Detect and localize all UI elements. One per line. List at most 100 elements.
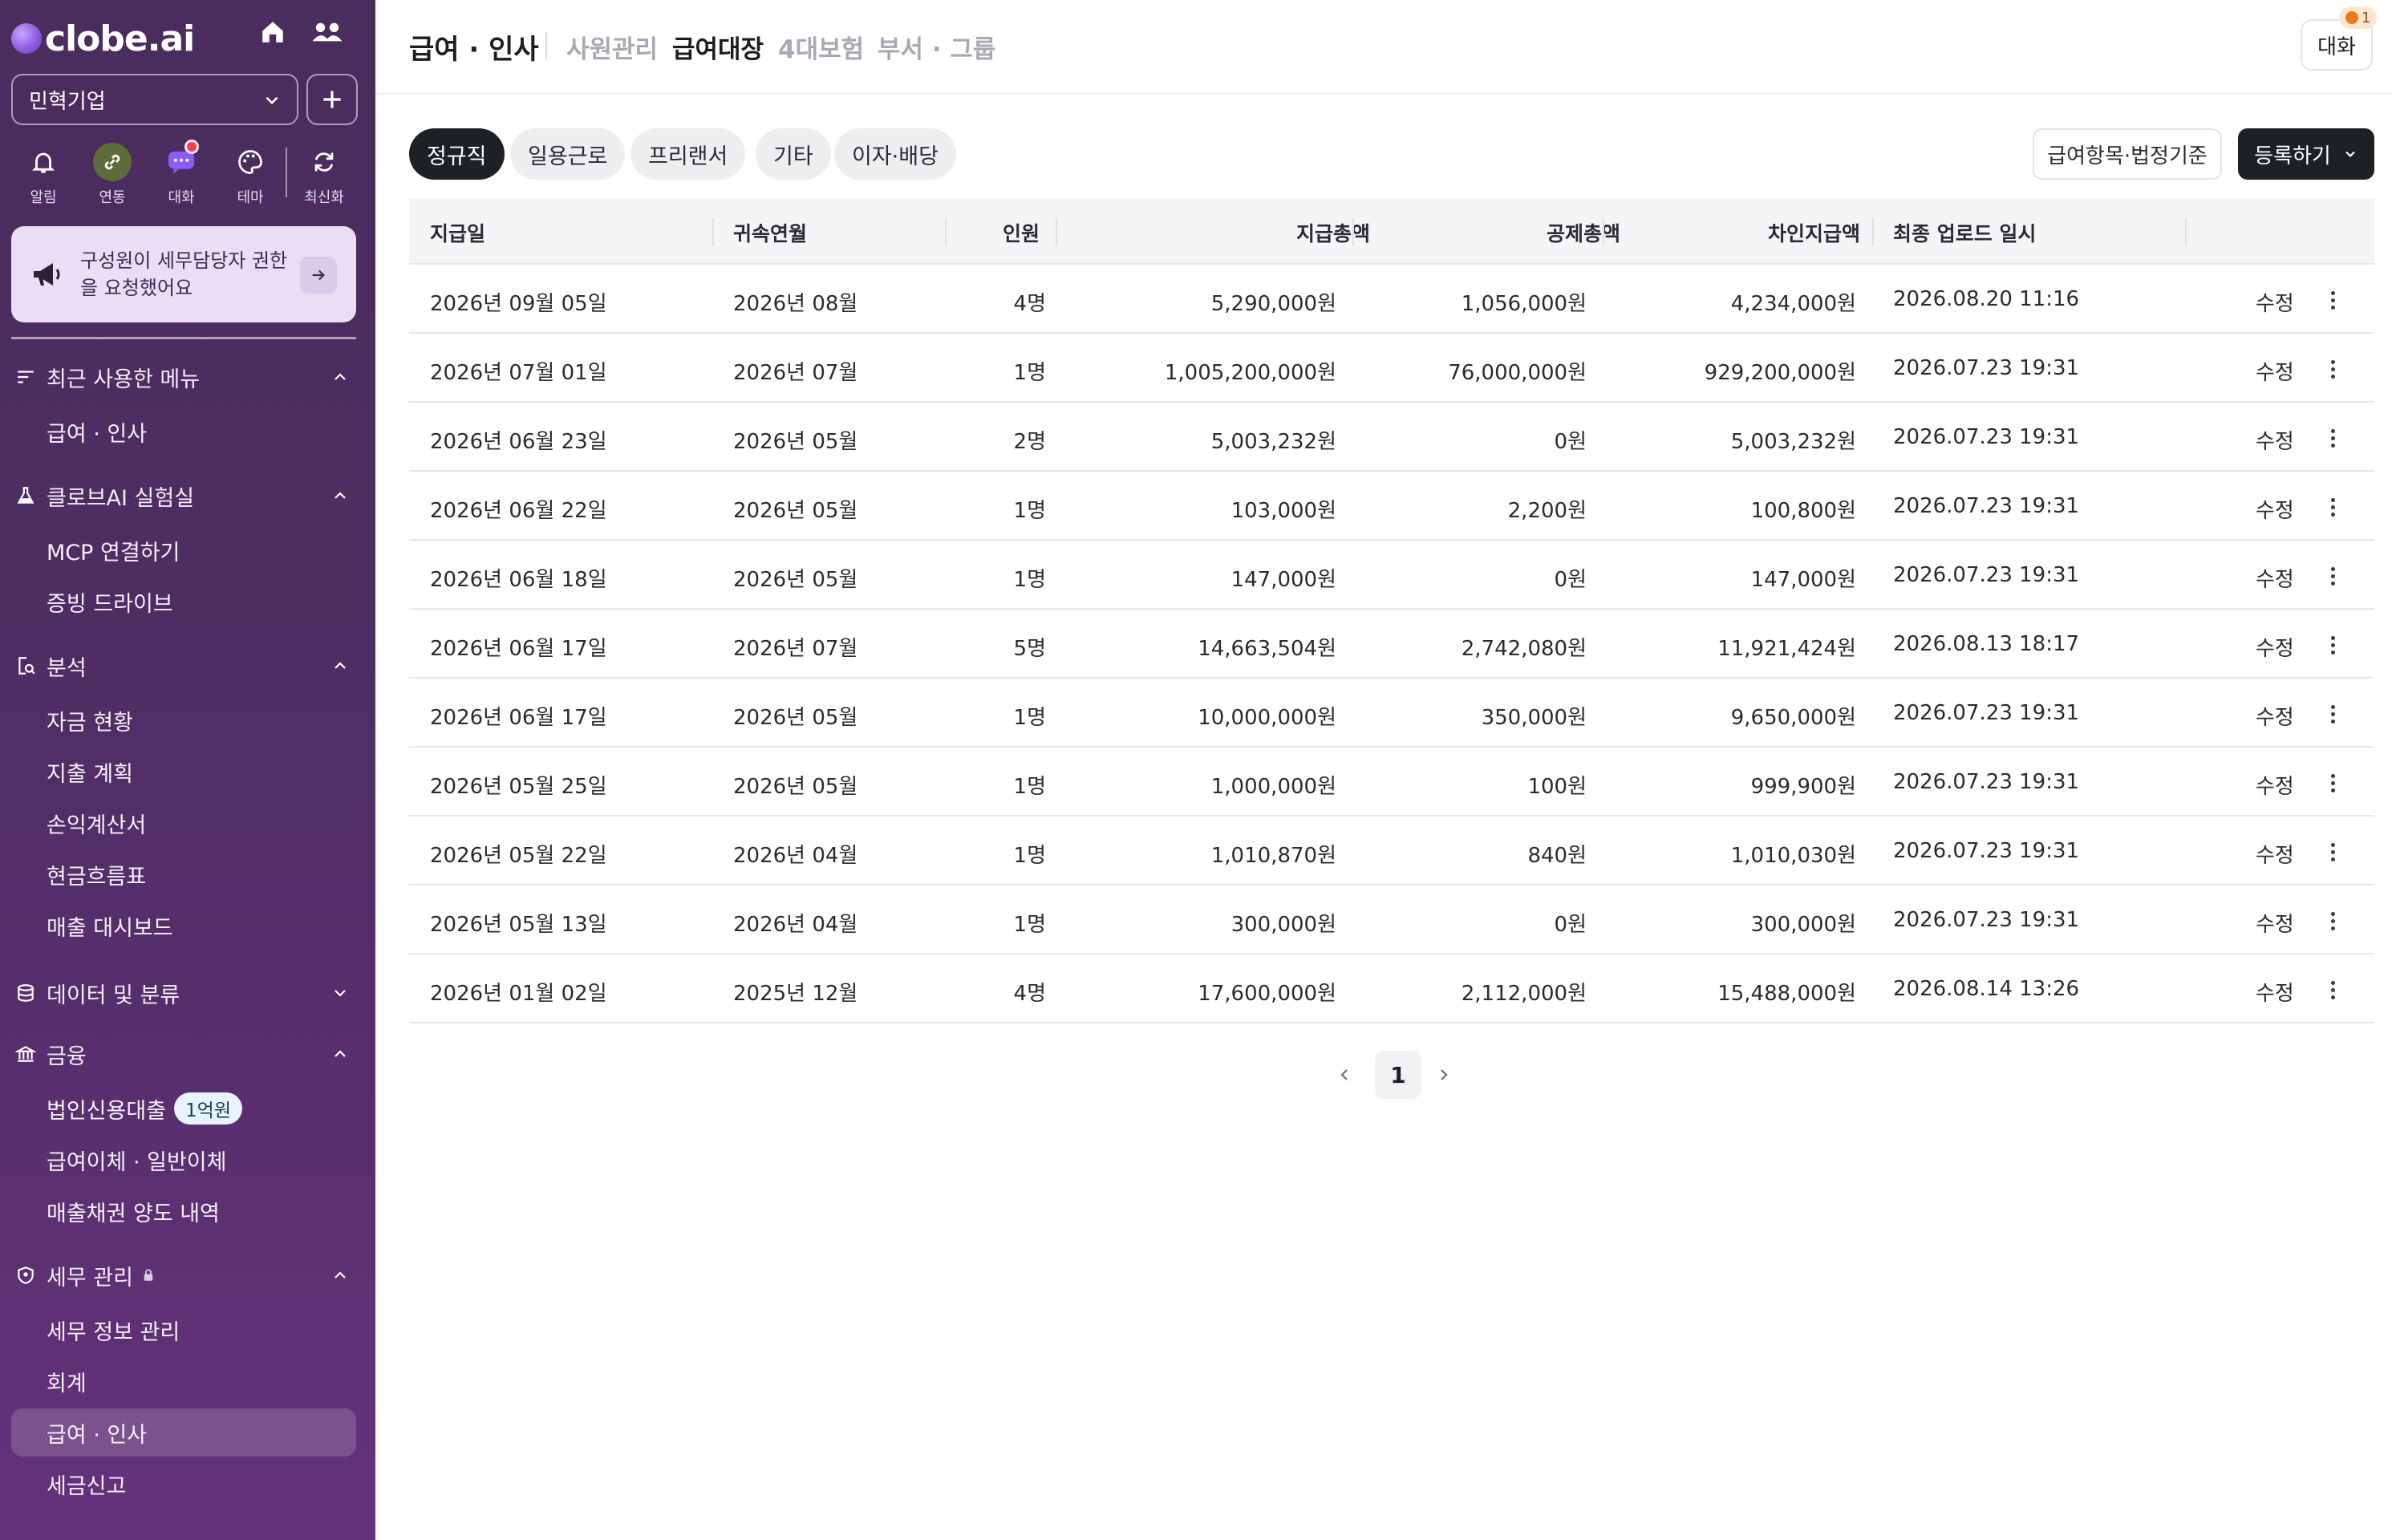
quick-integrations[interactable]: 연동 — [80, 143, 144, 207]
total-deduction: 2,742,080원 — [1461, 637, 1587, 661]
col-headcount[interactable]: 인원 — [1003, 218, 1040, 247]
sidebar-item-tax-info[interactable]: 세무 정보 관리 — [11, 1306, 356, 1354]
section-tax[interactable]: 세무 관리 — [14, 1256, 359, 1295]
page-number-current[interactable]: 1 — [1375, 1051, 1421, 1099]
sidebar-item-accounting[interactable]: 회계 — [11, 1357, 356, 1405]
table-row[interactable]: 2026년 01월 02일 2025년 12월 4명 17,600,000원 2… — [409, 954, 2374, 1023]
section-data[interactable]: 데이터 및 분류 — [14, 974, 359, 1012]
col-period[interactable]: 귀속연월 — [733, 218, 807, 247]
table-row[interactable]: 2026년 06월 17일 2026년 07월 5명 14,663,504원 2… — [409, 610, 2374, 679]
chevron-left-icon[interactable] — [1330, 1060, 1359, 1089]
table-row[interactable]: 2026년 05월 25일 2026년 05월 1명 1,000,000원 10… — [409, 748, 2374, 817]
chip-daily[interactable]: 일용근로 — [510, 128, 626, 180]
tab-departments[interactable]: 부서 · 그룹 — [878, 29, 995, 65]
col-net-pay[interactable]: 차인지급액 — [1768, 218, 1860, 247]
net-pay: 15,488,000원 — [1717, 982, 1856, 1006]
edit-link[interactable]: 수정 — [2256, 632, 2294, 662]
sidebar-item-transfers[interactable]: 급여이체 · 일반이체 — [11, 1136, 356, 1184]
add-company-button[interactable] — [306, 74, 358, 125]
quick-alerts[interactable]: 알림 — [11, 143, 75, 207]
sidebar-item-receivables[interactable]: 매출채권 양도 내역 — [11, 1187, 356, 1235]
edit-link[interactable]: 수정 — [2256, 494, 2294, 524]
sidebar-item-evidence-drive[interactable]: 증빙 드라이브 — [11, 578, 356, 626]
pay-date: 2026년 09월 05일 — [430, 292, 607, 316]
more-icon[interactable] — [2323, 767, 2342, 799]
quick-refresh[interactable]: 최신화 — [292, 143, 356, 207]
tab-payroll-ledger[interactable]: 급여대장 — [672, 29, 764, 65]
sidebar-item-cashflow[interactable]: 현금흐름표 — [11, 850, 356, 898]
chip-other[interactable]: 기타 — [756, 128, 831, 180]
table-row[interactable]: 2026년 06월 18일 2026년 05월 1명 147,000원 0원 1… — [409, 541, 2374, 610]
section-lab[interactable]: 클로브AI 실험실 — [14, 476, 359, 515]
nav-label: 지출 계획 — [47, 761, 133, 787]
col-pay-date[interactable]: 지급일 — [430, 218, 485, 247]
payroll-settings-button[interactable]: 급여항목·법정기준 — [2033, 128, 2222, 180]
chevron-down-icon — [334, 990, 346, 997]
quick-chat[interactable]: 대화 — [149, 140, 213, 207]
logo-mark-icon — [11, 23, 42, 54]
more-icon[interactable] — [2323, 629, 2342, 661]
more-icon[interactable] — [2323, 905, 2342, 937]
table-row[interactable]: 2026년 06월 22일 2026년 05월 1명 103,000원 2,20… — [409, 472, 2374, 541]
arrow-right-icon[interactable] — [300, 257, 337, 294]
flask-icon — [14, 484, 37, 507]
more-icon[interactable] — [2323, 698, 2342, 730]
col-total-pay[interactable]: 지급총액 — [1296, 218, 1370, 247]
table-row[interactable]: 2026년 05월 13일 2026년 04월 1명 300,000원 0원 3… — [409, 886, 2374, 954]
register-button[interactable]: 등록하기 — [2238, 128, 2374, 180]
more-icon[interactable] — [2323, 560, 2342, 592]
last-upload: 2026.07.23 19:31 — [1893, 839, 2080, 863]
headcount: 1명 — [1013, 499, 1046, 523]
company-select[interactable]: 민혁기업 — [11, 74, 298, 125]
col-divider — [1603, 218, 1604, 245]
edit-link[interactable]: 수정 — [2256, 977, 2294, 1007]
table-row[interactable]: 2026년 06월 17일 2026년 05월 1명 10,000,000원 3… — [409, 679, 2374, 748]
chip-freelancer[interactable]: 프리랜서 — [630, 128, 746, 180]
edit-link[interactable]: 수정 — [2256, 425, 2294, 455]
edit-link[interactable]: 수정 — [2256, 770, 2294, 800]
chevron-right-icon[interactable] — [1429, 1060, 1458, 1089]
top-bar: 급여 · 인사 사원관리 급여대장 4대보험 부서 · 그룹 대화 1 — [375, 0, 2392, 95]
chip-interest-dividend[interactable]: 이자·배당 — [834, 128, 956, 180]
pay-date: 2026년 01월 02일 — [430, 982, 607, 1006]
table-row[interactable]: 2026년 05월 22일 2026년 04월 1명 1,010,870원 84… — [409, 817, 2374, 886]
col-last-upload[interactable]: 최종 업로드 일시 — [1893, 218, 2036, 247]
sidebar-item-corporate-loan[interactable]: 법인신용대출 1억원 — [11, 1084, 356, 1133]
team-icon[interactable] — [310, 14, 345, 50]
sidebar-item-sales-dashboard[interactable]: 매출 대시보드 — [11, 902, 356, 950]
tab-employees[interactable]: 사원관리 — [566, 29, 658, 65]
edit-link[interactable]: 수정 — [2256, 356, 2294, 386]
edit-link[interactable]: 수정 — [2256, 839, 2294, 869]
table-row[interactable]: 2026년 07월 01일 2026년 07월 1명 1,005,200,000… — [409, 334, 2374, 403]
more-icon[interactable] — [2323, 836, 2342, 868]
edit-link[interactable]: 수정 — [2256, 287, 2294, 317]
table-row[interactable]: 2026년 06월 23일 2026년 05월 2명 5,003,232원 0원… — [409, 403, 2374, 472]
sidebar-item-cash-status[interactable]: 자금 현황 — [11, 696, 356, 744]
section-analysis[interactable]: 분석 — [14, 646, 359, 685]
sidebar-item-payroll[interactable]: 급여 · 인사 — [11, 1408, 356, 1457]
edit-link[interactable]: 수정 — [2256, 701, 2294, 731]
col-total-deduction[interactable]: 공제총액 — [1547, 218, 1620, 247]
section-recent[interactable]: 최근 사용한 메뉴 — [14, 358, 359, 396]
chip-regular[interactable]: 정규직 — [409, 128, 505, 180]
sidebar-item-income-statement[interactable]: 손익계산서 — [11, 799, 356, 847]
home-icon[interactable] — [255, 14, 290, 50]
more-icon[interactable] — [2323, 422, 2342, 454]
more-icon[interactable] — [2323, 284, 2342, 316]
sidebar-item-tax-filing[interactable]: 세금신고 — [11, 1460, 356, 1508]
sidebar-item-mcp[interactable]: MCP 연결하기 — [11, 526, 356, 574]
quick-theme[interactable]: 테마 — [218, 143, 282, 207]
edit-link[interactable]: 수정 — [2256, 908, 2294, 938]
edit-link[interactable]: 수정 — [2256, 563, 2294, 593]
section-finance[interactable]: 금융 — [14, 1035, 359, 1073]
sidebar-item-recent-payroll[interactable]: 급여 · 인사 — [11, 407, 356, 456]
more-icon[interactable] — [2323, 353, 2342, 385]
sidebar-item-spending-plan[interactable]: 지출 계획 — [11, 748, 356, 796]
tab-insurance[interactable]: 4대보험 — [778, 29, 864, 65]
last-upload: 2026.07.23 19:31 — [1893, 563, 2080, 587]
chevron-down-icon — [266, 96, 278, 105]
table-row[interactable]: 2026년 09월 05일 2026년 08월 4명 5,290,000원 1,… — [409, 265, 2374, 334]
notice-card[interactable]: 구성원이 세무담당자 권한을 요청했어요 — [11, 226, 356, 322]
more-icon[interactable] — [2323, 491, 2342, 523]
more-icon[interactable] — [2323, 974, 2342, 1006]
